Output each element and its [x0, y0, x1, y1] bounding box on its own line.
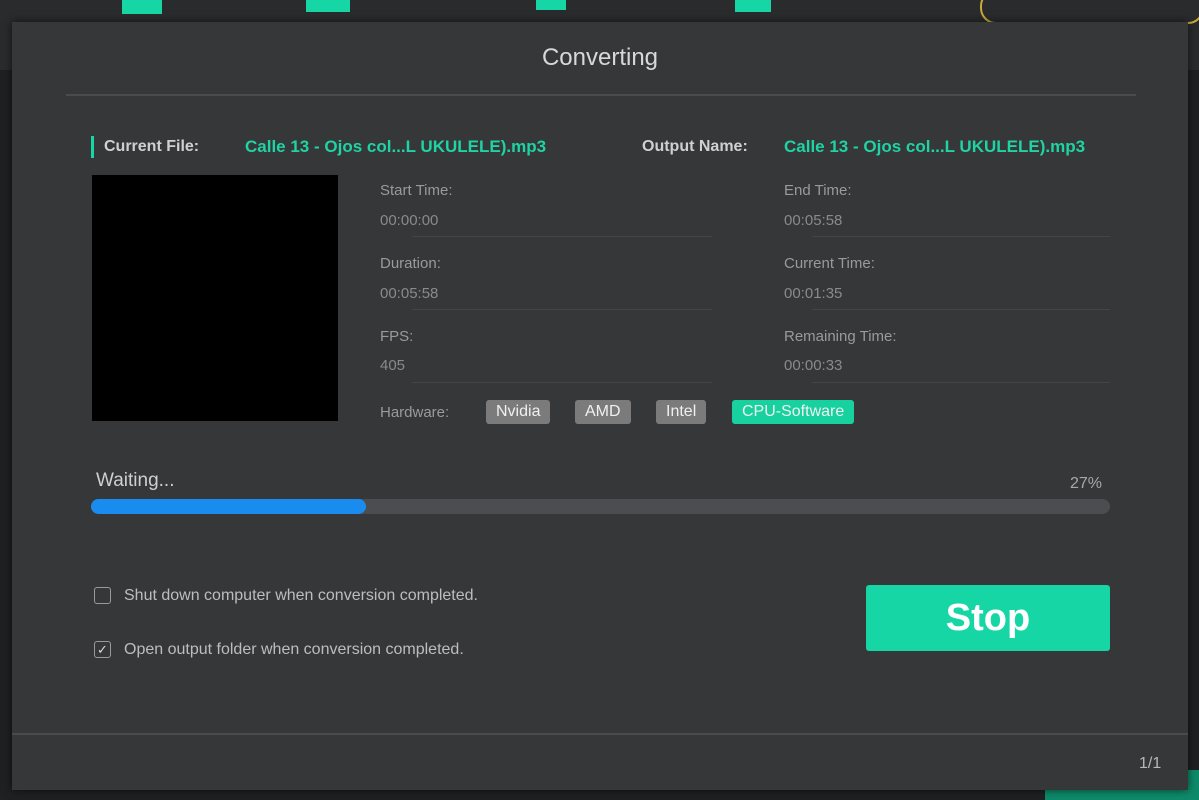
progress-status: Waiting... [96, 470, 175, 491]
hardware-nvidia-button[interactable]: Nvidia [486, 400, 551, 424]
background-app-icon [306, 0, 350, 12]
divider [66, 94, 1136, 96]
divider [812, 309, 1110, 310]
output-file-name: Calle 13 - Ojos col...L UKULELE).mp3 [784, 137, 1086, 156]
remaining-time-label: Remaining Time: [784, 328, 897, 345]
current-file-label: Current File: [104, 138, 200, 155]
hardware-intel-button[interactable]: Intel [656, 400, 707, 424]
hardware-cpu-software-button[interactable]: CPU-Software [732, 400, 855, 424]
progress-fill [91, 499, 367, 514]
preview-thumbnail [92, 175, 338, 421]
section-marker [91, 136, 94, 158]
stop-button[interactable]: Stop [866, 585, 1110, 651]
open-folder-option-label: Open output folder when conversion compl… [124, 641, 464, 658]
footer-divider [12, 733, 1188, 735]
start-time-value: 00:00:00 [380, 212, 439, 229]
progress-percent: 27% [1070, 475, 1103, 492]
shutdown-checkbox[interactable] [94, 587, 111, 604]
duration-label: Duration: [380, 255, 441, 272]
shutdown-option-label: Shut down computer when conversion compl… [124, 587, 478, 604]
fps-value: 405 [380, 357, 406, 374]
divider [812, 236, 1110, 237]
duration-value: 00:05:58 [380, 285, 439, 302]
converting-dialog: Converting Current File: Calle 13 - Ojos… [12, 22, 1188, 790]
open-folder-checkbox[interactable]: ✓ [94, 641, 111, 658]
hardware-label: Hardware: [380, 404, 450, 421]
hardware-amd-button[interactable]: AMD [575, 400, 631, 424]
current-file-name: Calle 13 - Ojos col...L UKULELE).mp3 [245, 137, 547, 156]
divider [412, 309, 712, 310]
remaining-time-value: 00:00:33 [784, 357, 843, 374]
page-indicator: 1/1 [1139, 755, 1162, 772]
end-time-label: End Time: [784, 182, 852, 199]
end-time-value: 00:05:58 [784, 212, 843, 229]
fps-label: FPS: [380, 328, 414, 345]
divider [412, 382, 712, 383]
divider [412, 236, 712, 237]
background-app-icon [735, 0, 771, 12]
dialog-title: Converting [541, 44, 659, 71]
background-app-icon [536, 0, 566, 10]
background-app-button [980, 0, 1199, 24]
progress-bar [91, 499, 1110, 514]
output-name-label: Output Name: [642, 138, 748, 155]
current-time-value: 00:01:35 [784, 285, 843, 302]
start-time-label: Start Time: [380, 182, 453, 199]
current-time-label: Current Time: [784, 255, 875, 272]
divider [812, 382, 1110, 383]
background-app-icon [122, 0, 162, 14]
